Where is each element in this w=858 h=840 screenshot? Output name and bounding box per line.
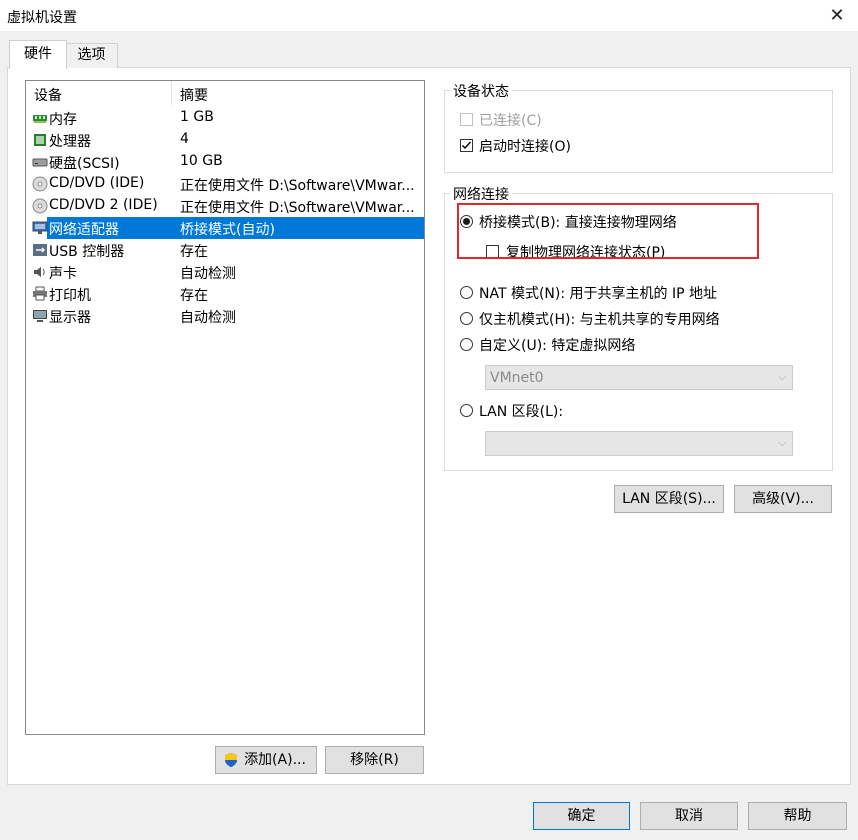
device-row-processor[interactable]: 处理器 4 — [26, 129, 424, 151]
device-row-cd-dvd[interactable]: CD/DVD (IDE) 正在使用文件 D:\Software\VMwar... — [26, 173, 424, 195]
device-row-memory[interactable]: 内存 1 GB — [26, 107, 424, 129]
remove-device-button[interactable]: 移除(R) — [325, 746, 424, 774]
memory-icon — [33, 115, 47, 123]
device-summary: 自动检测 — [180, 266, 236, 282]
add-button-label: 添加(A)... — [244, 752, 306, 768]
printer-icon — [33, 286, 47, 301]
highlight-annotation-box — [457, 203, 759, 259]
device-row-network-adapter[interactable]: 网络适配器 桥接模式(自动) — [26, 217, 424, 239]
cancel-button[interactable]: 取消 — [640, 802, 738, 830]
cd-dvd-icon — [32, 176, 48, 192]
column-header-summary[interactable]: 摘要 — [180, 85, 208, 105]
cd-dvd-icon — [32, 198, 48, 214]
tab-options[interactable]: 选项 — [65, 43, 118, 68]
display-icon — [33, 310, 47, 322]
chevron-down-icon: ⌵ — [778, 438, 786, 449]
add-device-button[interactable]: 添加(A)... — [215, 746, 317, 774]
processor-icon — [34, 134, 46, 146]
host-only-radio[interactable] — [460, 312, 473, 325]
device-name: CD/DVD 2 (IDE) — [49, 197, 158, 213]
lan-segments-button[interactable]: LAN 区段(S)... — [614, 485, 724, 513]
device-summary: 正在使用文件 D:\Software\VMwar... — [180, 200, 415, 216]
device-summary: 1 GB — [180, 109, 214, 125]
device-name: 处理器 — [49, 134, 91, 150]
network-adapter-icon — [32, 221, 48, 234]
device-summary: 存在 — [180, 288, 208, 304]
device-summary: 4 — [180, 131, 189, 147]
custom-network-select[interactable]: VMnet0 ⌵ — [485, 365, 793, 390]
custom-network-value: VMnet0 — [490, 370, 544, 386]
window-title: 虚拟机设置 — [7, 10, 77, 26]
network-connection-title: 网络连接 — [450, 184, 512, 204]
help-button[interactable]: 帮助 — [748, 802, 847, 830]
custom-label: 自定义(U): 特定虚拟网络 — [479, 338, 636, 354]
harddisk-icon — [32, 158, 48, 167]
sound-card-icon — [34, 267, 45, 277]
device-list[interactable]: 设备 摘要 内存 1 GB 处理器 4 硬盘(SCSI) 10 GB CD/DV… — [25, 80, 425, 735]
connected-label: 已连接(C) — [479, 113, 542, 129]
title-bar — [0, 0, 858, 31]
device-summary: 正在使用文件 D:\Software\VMwar... — [180, 178, 415, 194]
device-row-usb-controller[interactable]: USB 控制器 存在 — [26, 239, 424, 261]
close-icon[interactable]: ✕ — [822, 0, 852, 31]
device-summary: 存在 — [180, 244, 208, 260]
device-status-title: 设备状态 — [450, 81, 512, 101]
host-only-label: 仅主机模式(H): 与主机共享的专用网络 — [479, 312, 720, 328]
device-name: 显示器 — [49, 310, 91, 326]
ok-button[interactable]: 确定 — [533, 802, 630, 830]
tab-hardware[interactable]: 硬件 — [9, 40, 67, 69]
connect-at-power-on-checkbox[interactable] — [460, 139, 473, 152]
custom-radio[interactable] — [460, 338, 473, 351]
column-header-device[interactable]: 设备 — [34, 85, 62, 105]
device-status-group — [444, 90, 833, 173]
device-row-cd-dvd-2[interactable]: CD/DVD 2 (IDE) 正在使用文件 D:\Software\VMwar.… — [26, 195, 424, 217]
lan-segment-radio[interactable] — [460, 404, 473, 417]
device-row-sound-card[interactable]: 声卡 自动检测 — [26, 261, 424, 283]
nat-label: NAT 模式(N): 用于共享主机的 IP 地址 — [479, 286, 717, 302]
device-name: 硬盘(SCSI) — [49, 156, 120, 172]
device-name: CD/DVD (IDE) — [49, 175, 145, 191]
device-name: 内存 — [49, 112, 77, 128]
advanced-button[interactable]: 高级(V)... — [734, 485, 832, 513]
device-summary: 10 GB — [180, 153, 223, 169]
connected-checkbox[interactable] — [460, 113, 473, 126]
checkmark-icon — [462, 141, 472, 150]
nat-radio[interactable] — [460, 286, 473, 299]
column-divider[interactable] — [171, 81, 172, 105]
chevron-down-icon: ⌵ — [778, 372, 786, 383]
device-name: 打印机 — [49, 288, 91, 304]
lan-segment-select[interactable]: ⌵ — [485, 431, 793, 456]
device-row-harddisk[interactable]: 硬盘(SCSI) 10 GB — [26, 151, 424, 173]
connect-at-power-on-label: 启动时连接(O) — [479, 139, 571, 155]
lan-segment-label: LAN 区段(L): — [479, 404, 564, 420]
usb-icon — [33, 244, 47, 256]
device-summary: 自动检测 — [180, 310, 236, 326]
uac-shield-icon — [225, 753, 237, 767]
device-summary: 桥接模式(自动) — [180, 222, 275, 238]
device-row-printer[interactable]: 打印机 存在 — [26, 283, 424, 305]
device-name: 声卡 — [49, 266, 77, 282]
device-name: 网络适配器 — [49, 222, 119, 238]
device-name: USB 控制器 — [49, 244, 125, 260]
device-row-display[interactable]: 显示器 自动检测 — [26, 305, 424, 327]
